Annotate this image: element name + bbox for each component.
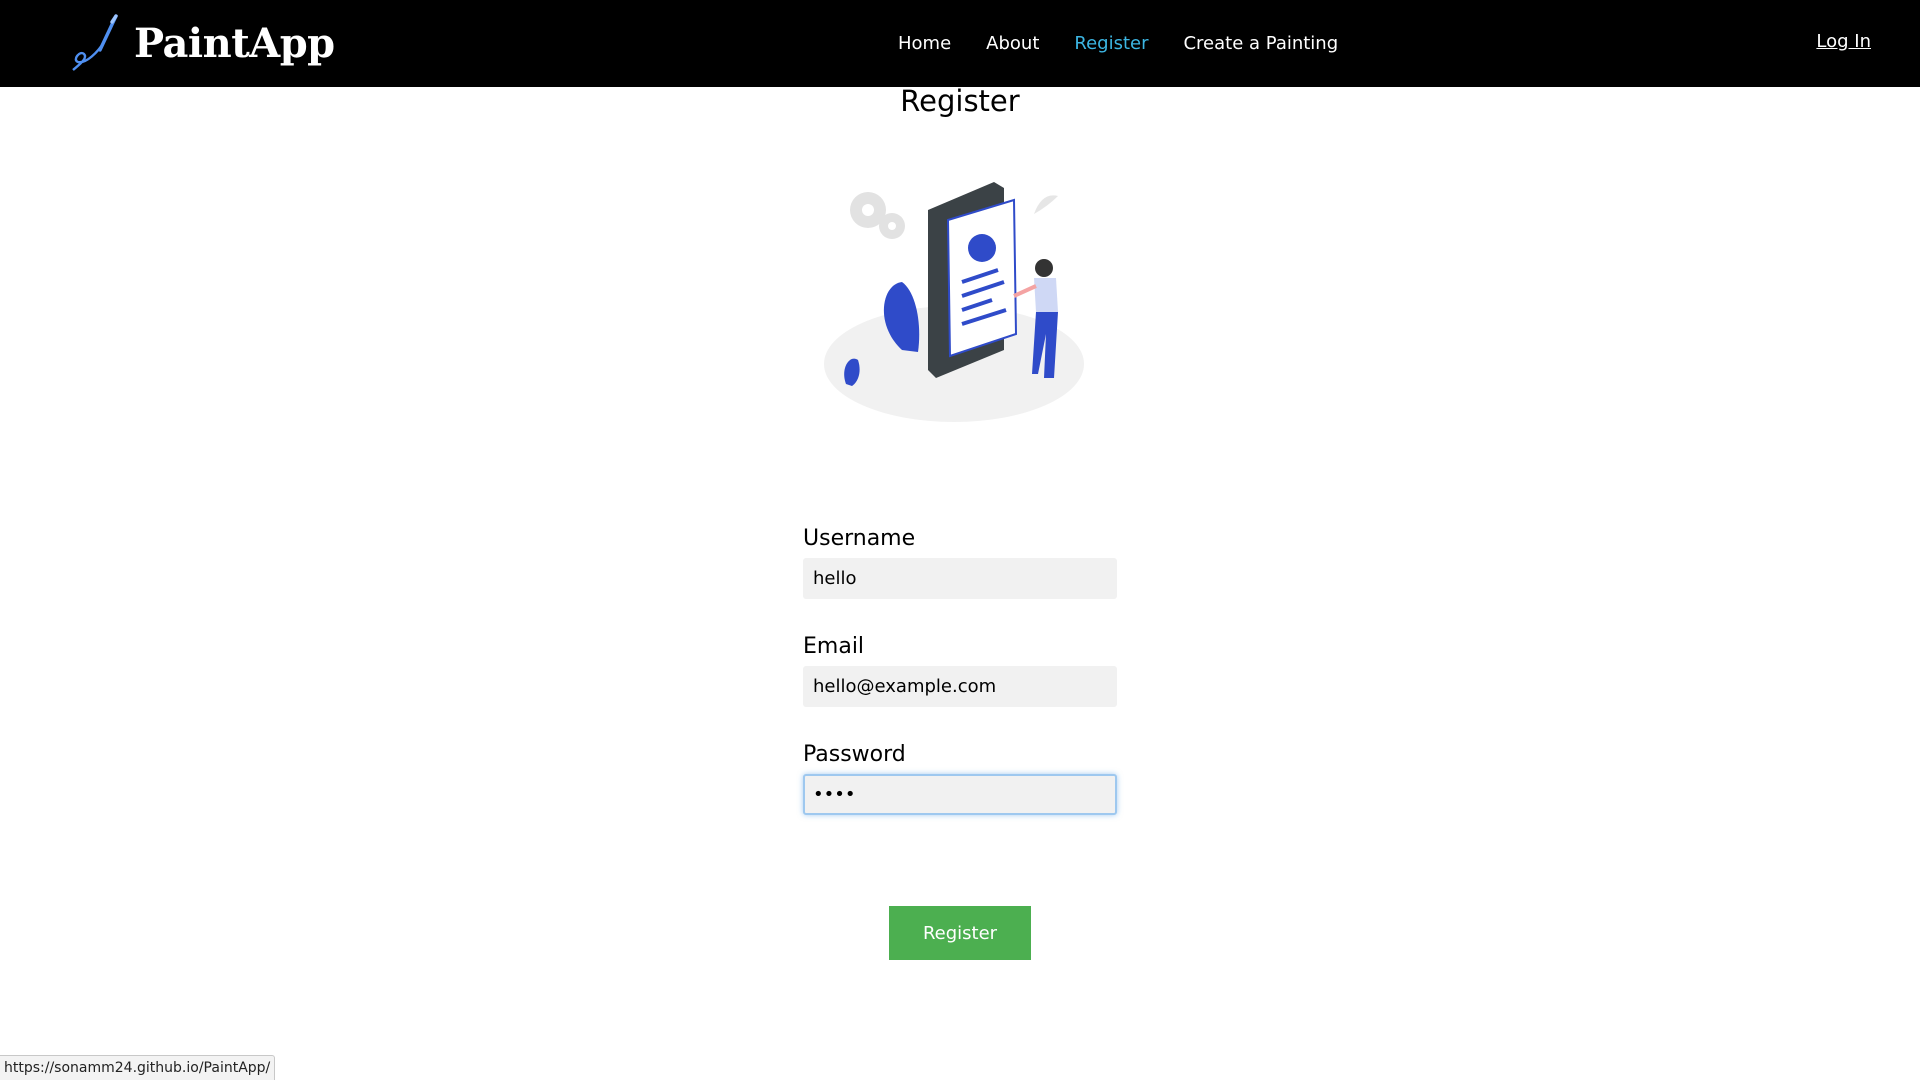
nav-register[interactable]: Register <box>1074 33 1148 54</box>
paintbrush-icon <box>72 14 118 71</box>
password-input[interactable] <box>803 774 1117 815</box>
nav-home[interactable]: Home <box>898 33 951 54</box>
avatar-icon <box>968 234 996 262</box>
username-label: Username <box>803 526 916 551</box>
password-group: Password <box>803 742 1117 850</box>
status-bar-url: https://sonamm24.github.io/PaintApp/ <box>0 1055 276 1080</box>
login-link[interactable]: Log In <box>1816 31 1871 52</box>
email-label: Email <box>803 634 865 659</box>
register-form: Username Email Password <box>803 526 1117 850</box>
paper-plane-icon <box>1034 195 1058 214</box>
brand-name: PaintApp <box>134 19 335 67</box>
nav-about[interactable]: About <box>986 33 1039 54</box>
main-nav: Home About Register Create a Painting <box>898 0 1373 87</box>
profile-card <box>946 198 1018 358</box>
register-button[interactable]: Register <box>889 906 1031 960</box>
navbar: PaintApp Home About Register Create a Pa… <box>0 0 1920 87</box>
username-input[interactable] <box>803 558 1117 599</box>
email-group: Email <box>803 634 1117 742</box>
nav-create-painting[interactable]: Create a Painting <box>1183 33 1338 54</box>
gear-icon <box>850 192 905 239</box>
email-input[interactable] <box>803 666 1117 707</box>
username-group: Username <box>803 526 1117 634</box>
brand-logo[interactable]: PaintApp <box>68 12 335 74</box>
register-illustration <box>824 182 1084 422</box>
password-label: Password <box>803 742 906 767</box>
page-title: Register <box>900 84 1020 118</box>
